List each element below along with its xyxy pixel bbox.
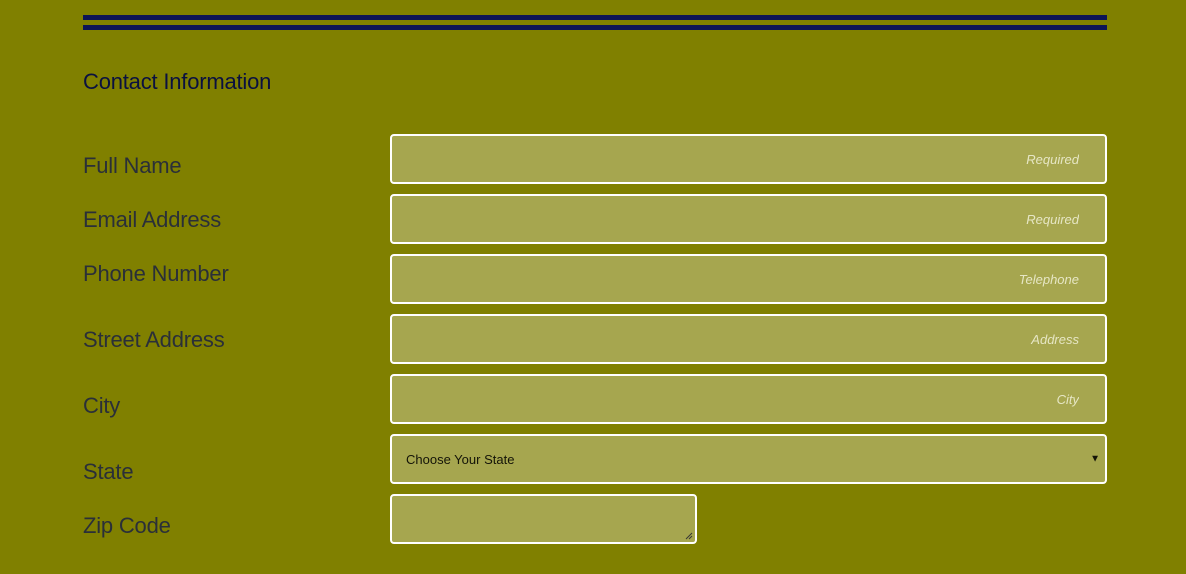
state-selected-value: Choose Your State [406, 451, 515, 467]
full-name-label: Full Name [83, 153, 182, 178]
header-rule-bottom [83, 25, 1107, 30]
state-select[interactable]: Choose Your State ▼ [390, 434, 1107, 484]
street-address-field-wrapper [390, 314, 1107, 364]
triangle-down-icon: ▼ [1090, 453, 1100, 465]
street-address-label: Street Address [83, 327, 225, 352]
zip-code-field-wrapper [390, 494, 697, 544]
phone-field-wrapper [390, 254, 1107, 304]
state-label: State [83, 459, 134, 484]
city-input[interactable] [392, 376, 1105, 422]
phone-label: Phone Number [83, 261, 229, 286]
email-input[interactable] [392, 196, 1105, 242]
email-label: Email Address [83, 207, 222, 232]
city-label: City [83, 393, 121, 418]
phone-input[interactable] [392, 256, 1105, 302]
zip-code-label: Zip Code [83, 513, 171, 538]
email-field-wrapper [390, 194, 1107, 244]
header-rule-top [83, 15, 1107, 20]
full-name-field-wrapper [390, 134, 1107, 184]
zip-code-textarea[interactable] [392, 496, 695, 542]
section-title: Contact Information [83, 69, 272, 94]
street-address-input[interactable] [392, 316, 1105, 362]
city-field-wrapper [390, 374, 1107, 424]
full-name-input[interactable] [392, 136, 1105, 182]
